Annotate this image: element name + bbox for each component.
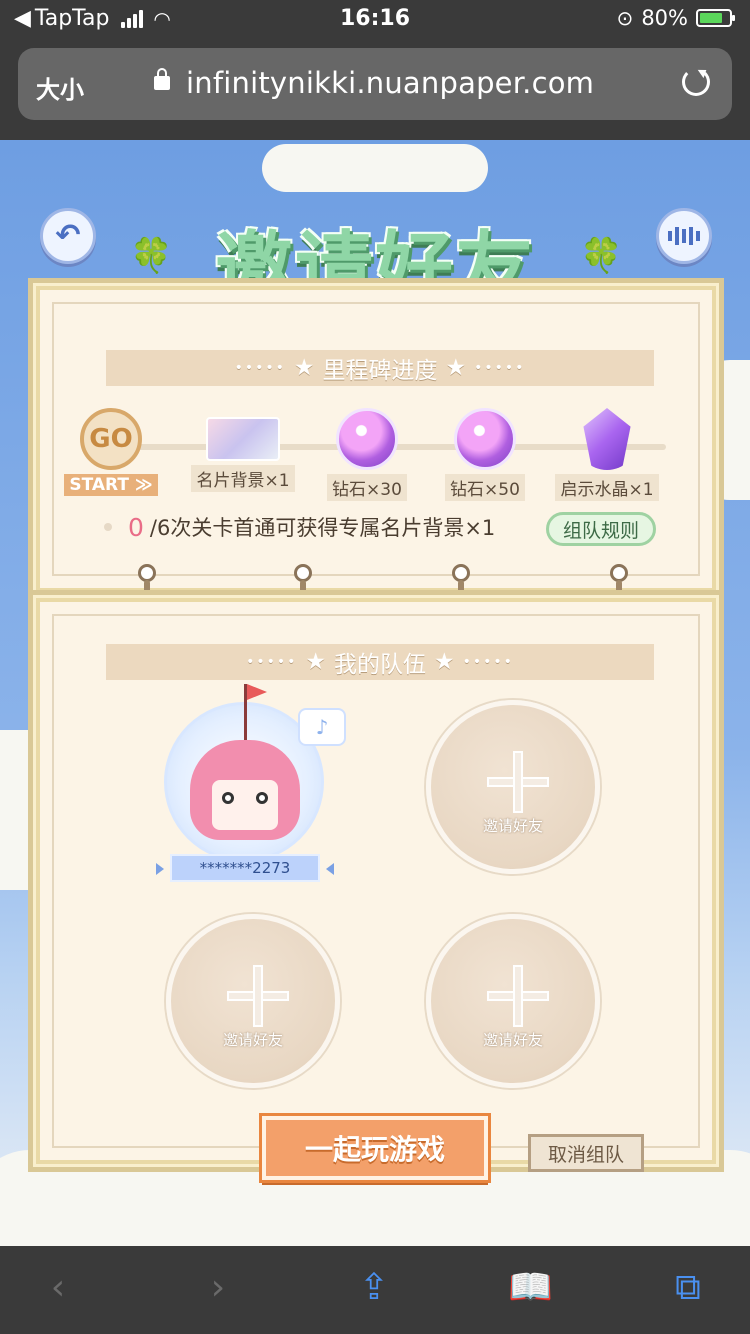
milestone-crystal[interactable]: 启示水晶×1 <box>552 408 662 501</box>
go-badge-icon: GO <box>80 408 142 470</box>
tabs-icon[interactable]: ⧉ <box>666 1266 710 1310</box>
progress-text: /6次关卡首通可获得专属名片背景×1 <box>149 516 496 540</box>
diamond-icon <box>454 408 516 470</box>
battery-fill <box>700 13 722 23</box>
invite-slot[interactable]: 邀请好友 <box>426 700 600 874</box>
invite-label: 邀请好友 <box>482 817 543 835</box>
milestone-label: START ≫ <box>64 474 158 496</box>
crystal-icon <box>583 408 631 470</box>
plus-icon <box>513 965 523 1027</box>
card-background-icon <box>206 417 280 461</box>
invite-slot[interactable]: 邀请好友 <box>166 914 340 1088</box>
music-note-icon: ♪ <box>298 708 346 746</box>
battery-icon <box>696 9 735 27</box>
browser-toolbar: ‹ › ⇪ 📖 ⧉ <box>0 1246 750 1334</box>
milestone-diamond-30[interactable]: 钻石×30 <box>312 408 422 501</box>
dots-decoration: ••••• <box>234 360 286 376</box>
milestone-diamond-50[interactable]: 钻石×50 <box>430 408 540 501</box>
text-size-button[interactable]: 大小 <box>36 70 84 105</box>
share-icon[interactable]: ⇪ <box>352 1266 396 1310</box>
star-icon: ★ <box>445 355 467 381</box>
invite-label: 邀请好友 <box>222 1031 283 1049</box>
play-together-button[interactable]: 一起玩游戏 <box>262 1116 488 1180</box>
battery-percent: 80% <box>641 6 688 30</box>
progress-count: 0 <box>128 512 144 542</box>
diamond-icon <box>336 408 398 470</box>
browser-bar: 大小 infinitynikki.nuanpaper.com <box>0 40 750 140</box>
milestone-track: GO START ≫ 名片背景×1 钻石×30 钻石×50 启示水晶×1 <box>56 408 696 501</box>
plus-icon <box>253 965 263 1027</box>
milestone-start: GO START ≫ <box>56 408 166 496</box>
milestone-label: 钻石×50 <box>445 474 525 501</box>
dots-decoration: ••••• <box>462 654 514 670</box>
invite-label: 邀请好友 <box>482 1031 543 1049</box>
team-panel: ••••• ★ 我的队伍 ★ ••••• <box>33 595 719 1167</box>
invite-slot[interactable]: 邀请好友 <box>426 914 600 1088</box>
milestone-header-label: 里程碑进度 <box>322 358 438 384</box>
avatar-eye <box>222 792 234 804</box>
leader-flag <box>247 684 267 700</box>
reload-icon[interactable] <box>682 68 710 96</box>
avatar-face <box>212 780 278 830</box>
avatar-eye <box>256 792 268 804</box>
cancel-team-button[interactable]: 取消组队 <box>528 1134 644 1172</box>
status-bar: ◀ TapTap ◠ 16:16 ⊙ 80% <box>0 0 750 40</box>
team-member-slot[interactable]: ♪ *******2273 <box>156 684 348 896</box>
milestone-header: ••••• ★ 里程碑进度 ★ ••••• <box>106 350 654 386</box>
dots-decoration: ••••• <box>474 360 526 376</box>
bookmarks-icon[interactable]: 📖 <box>508 1266 553 1310</box>
back-chevron-icon[interactable]: ‹ <box>36 1266 80 1310</box>
lock-icon <box>154 68 170 90</box>
forward-chevron-icon[interactable]: › <box>196 1266 240 1310</box>
team-header-label: 我的队伍 <box>334 652 426 678</box>
game-view: ↶ 🍀 🍀 邀请好友 ••••• ★ 里程碑进度 ★ ••••• GO STAR… <box>0 140 750 1246</box>
plus-icon <box>513 751 523 813</box>
milestone-label: 钻石×30 <box>327 474 407 501</box>
star-icon: ★ <box>293 355 315 381</box>
team-rules-button[interactable]: 组队规则 <box>546 512 656 546</box>
star-icon: ★ <box>434 649 455 675</box>
milestone-card-background[interactable]: 名片背景×1 <box>188 408 298 492</box>
dots-decoration: ••••• <box>246 654 298 670</box>
member-name: *******2273 <box>156 854 334 882</box>
milestone-panel: ••••• ★ 里程碑进度 ★ ••••• GO START ≫ 名片背景×1 … <box>33 283 719 595</box>
cloud-decoration <box>262 144 488 192</box>
bullet-icon <box>104 523 112 531</box>
milestone-label: 启示水晶×1 <box>555 474 659 501</box>
address-bar[interactable]: 大小 infinitynikki.nuanpaper.com <box>18 48 732 120</box>
panel-frame <box>52 614 700 1148</box>
star-icon: ★ <box>305 649 326 675</box>
url-text[interactable]: infinitynikki.nuanpaper.com <box>186 66 594 100</box>
orientation-lock-icon: ⊙ <box>616 6 634 30</box>
progress-info: 0 /6次关卡首通可获得专属名片背景×1 <box>104 512 495 542</box>
milestone-label: 名片背景×1 <box>191 465 295 492</box>
team-header: ••••• ★ 我的队伍 ★ ••••• <box>106 644 654 680</box>
